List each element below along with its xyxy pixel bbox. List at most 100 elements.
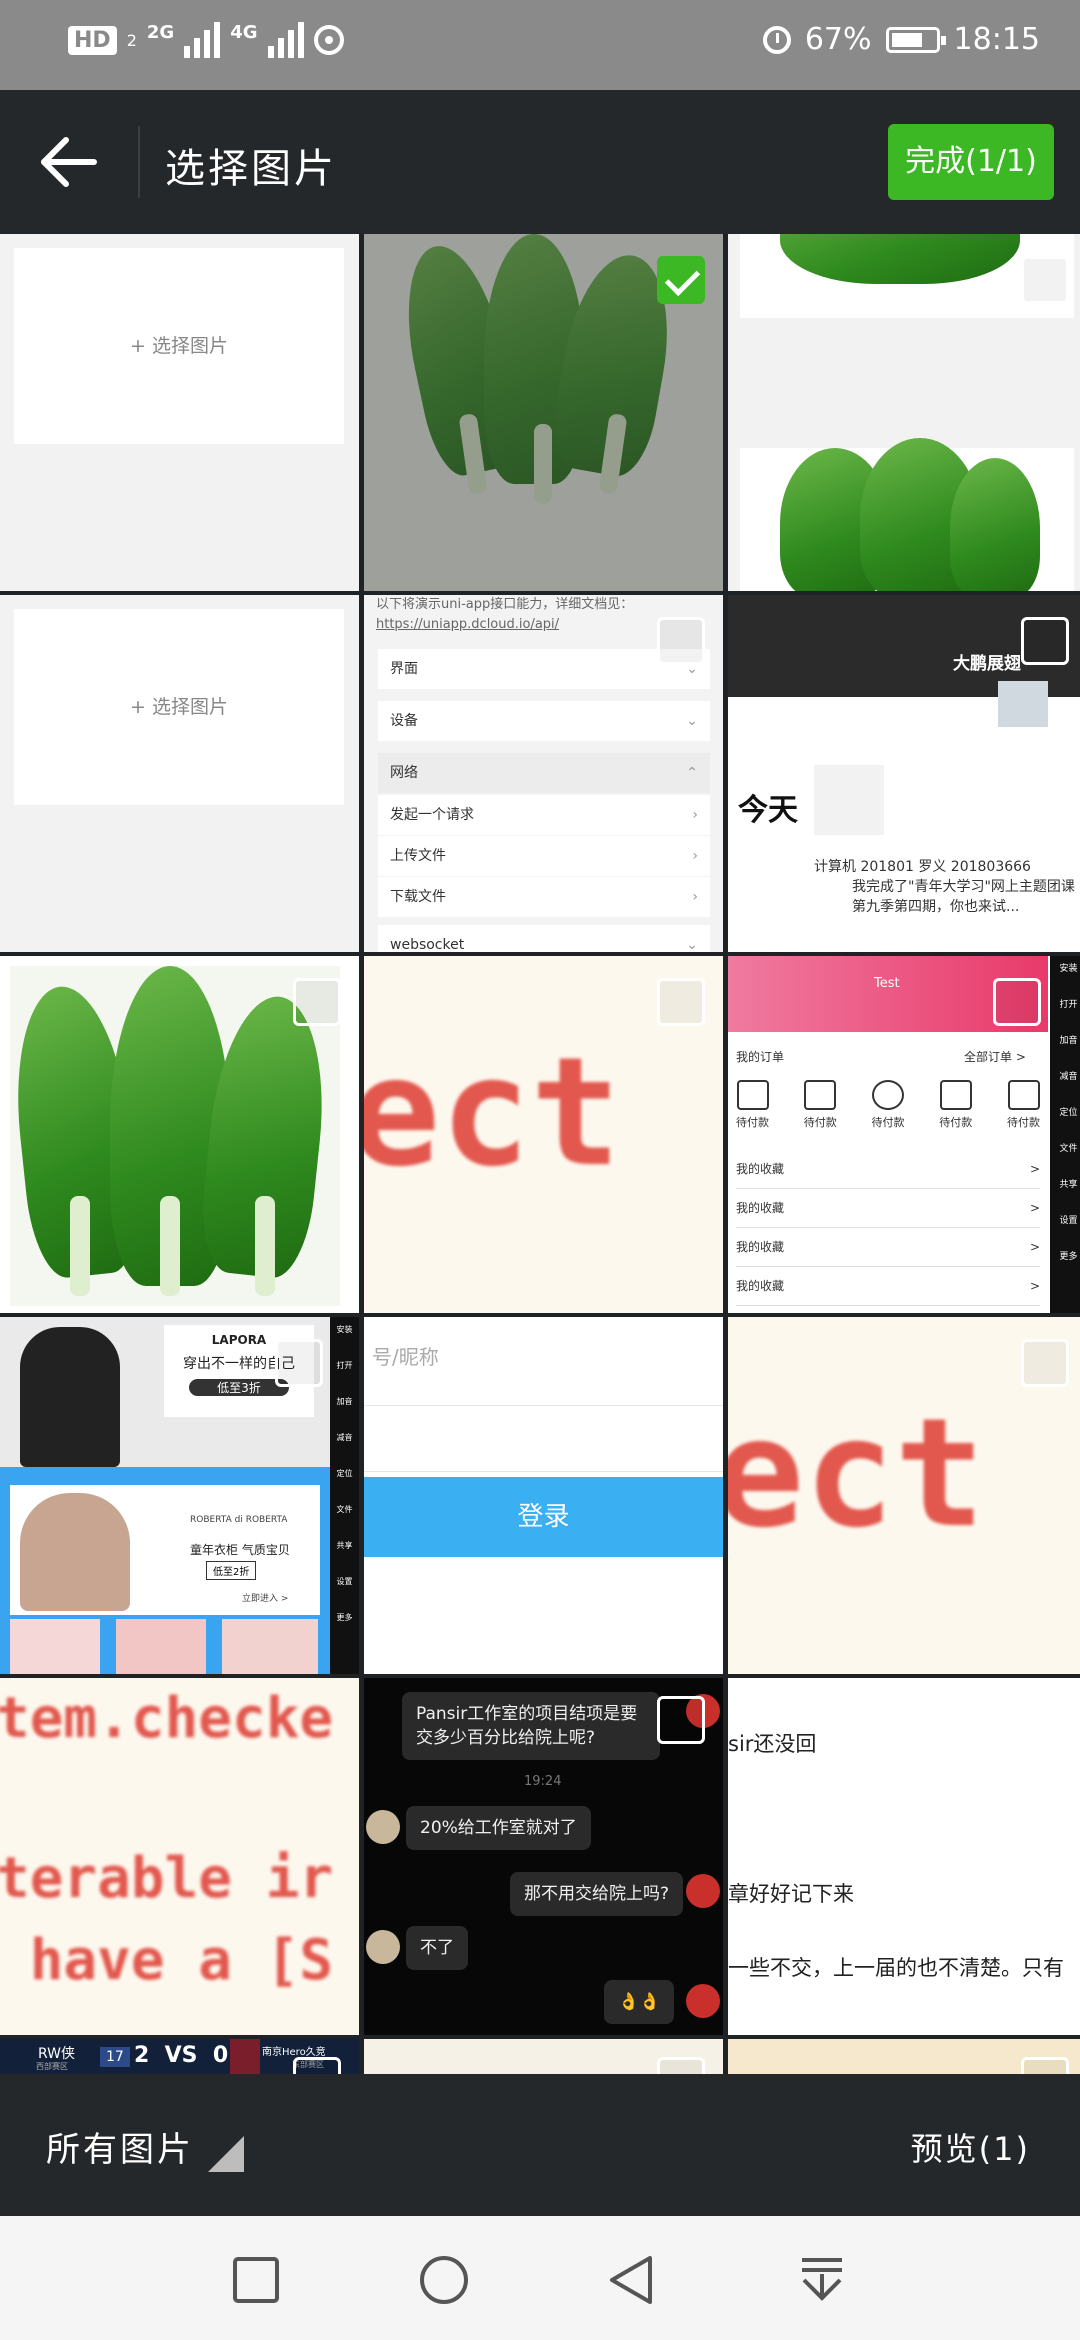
- network-2g-label: 2G: [146, 22, 175, 43]
- image-thumb[interactable]: LAPORA 穿出不一样的自己 低至3折 ROBERTA di ROBERTA …: [0, 1317, 359, 1674]
- image-grid: + 选择图片 + 选择图片 以下将演示uni-app接口能力，详细文档见： ht…: [0, 234, 1080, 2074]
- score: 2 VS 0: [134, 2043, 229, 2068]
- team-region: 西部赛区: [36, 2062, 68, 2071]
- image-thumb[interactable]: sir还没回 章好好记下来 一些不交，上一届的也不清楚。只有: [728, 1678, 1080, 2035]
- image-thumb[interactable]: Test 我的订单 全部订单 > 待付款 待付款 待付款 待付款 待付款 我的收…: [728, 956, 1080, 1313]
- news-item: 计算机 201801 罗义 201803666 我完成了"青年大学习"网上主题团…: [814, 859, 1075, 915]
- ect-text: ect: [728, 1387, 985, 1561]
- today-label: 今天: [738, 793, 798, 828]
- signal-icon: [184, 22, 221, 58]
- notification-pulldown-icon[interactable]: [796, 2254, 848, 2306]
- code-line: have a [S: [0, 1928, 334, 1993]
- status-right: 67% 18:15: [762, 22, 1040, 57]
- image-thumb[interactable]: RW侠 西部赛区 17 2 VS 0 南京Hero久竞 东部赛区: [0, 2039, 359, 2074]
- avatar: [686, 1984, 720, 2018]
- chat-bubble: 20%给工作室就对了: [406, 1806, 591, 1850]
- checkbox[interactable]: [293, 978, 341, 1026]
- order-icons: 待付款 待付款 待付款 待付款 待付款: [736, 1080, 1040, 1130]
- image-thumb[interactable]: [364, 234, 723, 591]
- checkbox[interactable]: [1021, 1339, 1069, 1387]
- add-image-label: + 选择图片: [14, 609, 344, 805]
- checkbox[interactable]: [657, 617, 705, 665]
- back-arrow-icon[interactable]: [36, 130, 100, 194]
- avatar: [686, 1874, 720, 1908]
- code-line: tem.checke: [0, 1686, 334, 1751]
- checkbox[interactable]: [275, 1339, 323, 1387]
- checkbox[interactable]: [293, 2057, 341, 2074]
- login-field-placeholder: 号/昵称: [372, 1345, 439, 1369]
- battery-percent: 67%: [804, 22, 872, 57]
- chat-time: 19:24: [524, 1774, 562, 1789]
- back-icon[interactable]: [606, 2254, 658, 2306]
- status-bar: HD 2 2G 4G 67% 18:15: [0, 0, 1080, 90]
- image-thumb[interactable]: [364, 2039, 723, 2074]
- image-thumb[interactable]: tem.checke terable ir have a [S: [0, 1678, 359, 2035]
- vegetable-image: [5, 966, 340, 1306]
- album-selector[interactable]: 所有图片: [46, 2122, 194, 2171]
- image-thumb[interactable]: 以下将演示uni-app接口能力，详细文档见： https://uniapp.d…: [364, 595, 723, 952]
- text-line: 一些不交，上一届的也不清楚。只有: [728, 1956, 1064, 1980]
- list-row: websocket ⌄: [378, 925, 710, 952]
- dropdown-triangle-icon[interactable]: [208, 2136, 244, 2172]
- signal-icon: [267, 22, 304, 58]
- chat-bubble: 那不用交给院上吗?: [510, 1872, 684, 1916]
- recent-apps-icon[interactable]: [230, 2254, 282, 2306]
- list-row: 设备 ⌄: [378, 701, 710, 741]
- checkbox[interactable]: [1021, 617, 1069, 665]
- image-thumb[interactable]: [0, 956, 359, 1313]
- header-divider: [138, 126, 140, 198]
- text-line: sir还没回: [728, 1732, 817, 1756]
- team-name: 南京Hero久竞: [262, 2047, 326, 2058]
- list-row: 上传文件 ›: [378, 836, 710, 876]
- all-orders-label: 全部订单 >: [964, 1050, 1026, 1064]
- checkbox[interactable]: [1021, 2057, 1069, 2074]
- home-icon[interactable]: [418, 2254, 470, 2306]
- status-left: HD 2 2G 4G: [68, 22, 344, 58]
- alarm-icon: [762, 25, 791, 54]
- kids-banner: ROBERTA di ROBERTA 童年衣柜 气质宝贝 低至2折 立即进入 >: [0, 1467, 330, 1674]
- side-toolbar: 安装 打开 加音 减音 定位 文件 共享 设置 更多: [330, 1317, 359, 1674]
- chat-bubble: 👌👌: [604, 1980, 675, 2024]
- list-row: 发起一个请求 ›: [378, 795, 710, 835]
- news-thumbnail: [998, 681, 1048, 727]
- image-thumb[interactable]: ect: [728, 1317, 1080, 1674]
- checkbox[interactable]: [657, 978, 705, 1026]
- image-thumb[interactable]: Pansir工作室的项目结项是要交多少百分比给院上呢? 19:24 20%给工作…: [364, 1678, 723, 2035]
- battery-icon: [885, 26, 946, 53]
- checkbox[interactable]: [657, 1696, 705, 1744]
- login-button-shot: 登录: [364, 1477, 723, 1557]
- checkbox[interactable]: [1021, 256, 1069, 304]
- add-image-cell[interactable]: + 选择图片: [0, 595, 359, 952]
- bottom-bar: 所有图片 预览(1): [0, 2074, 1080, 2216]
- done-button[interactable]: 完成(1/1): [888, 124, 1054, 200]
- collections-list: 我的收藏 > 我的收藏 > 我的收藏 > 我的收藏 >: [736, 1150, 1040, 1306]
- camera-placeholder: [814, 765, 884, 835]
- add-image-label: + 选择图片: [14, 248, 344, 444]
- checkbox[interactable]: [657, 2057, 705, 2074]
- vegetable-image: [740, 438, 1074, 591]
- image-thumb[interactable]: ect: [364, 956, 723, 1313]
- header: 选择图片 完成(1/1): [0, 90, 1080, 234]
- text-line: 章好好记下来: [728, 1882, 854, 1906]
- clock: 18:15: [953, 22, 1040, 57]
- hd-badge: HD: [68, 25, 117, 55]
- team-name: RW侠: [38, 2046, 76, 2062]
- avatar: [366, 1810, 400, 1844]
- image-thumb[interactable]: 号/昵称 登录: [364, 1317, 723, 1674]
- list-row: 网络 ⌃: [378, 753, 710, 793]
- code-line: terable ir: [0, 1846, 334, 1911]
- chat-bubble: Pansir工作室的项目结项是要交多少百分比给院上呢?: [402, 1692, 660, 1760]
- checkbox-checked[interactable]: [657, 256, 705, 304]
- hd-sub: 2: [126, 30, 137, 50]
- add-image-cell[interactable]: + 选择图片: [0, 234, 359, 591]
- list-row: 下载文件 ›: [378, 877, 710, 917]
- image-thumb[interactable]: [728, 234, 1080, 591]
- chat-bubble: 不了: [406, 1926, 468, 1970]
- image-thumb[interactable]: 大鹏展翅 今天 计算机 201801 罗义 201803666 我完成了"青年大…: [728, 595, 1080, 952]
- checkbox[interactable]: [993, 978, 1041, 1026]
- image-thumb[interactable]: [728, 2039, 1080, 2074]
- preview-button[interactable]: 预览(1): [911, 2124, 1030, 2170]
- my-orders-label: 我的订单: [736, 1050, 785, 1064]
- system-nav-bar: [0, 2216, 1080, 2340]
- side-toolbar: 安装 打开 加音 减音 定位 文件 共享 设置 更多: [1050, 956, 1080, 1313]
